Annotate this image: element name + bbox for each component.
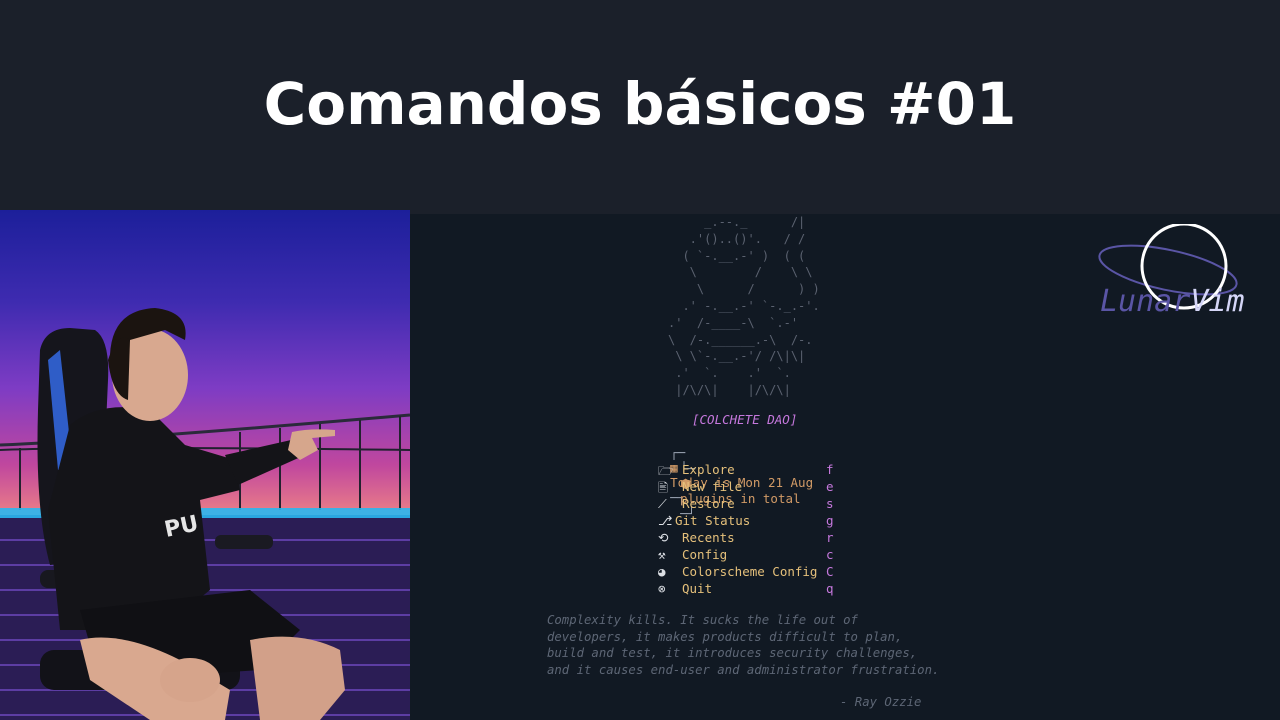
menu-shortcut: g — [826, 513, 834, 528]
presenter-illustration: PU — [0, 308, 410, 720]
power-icon: ⊗ — [658, 581, 666, 596]
menu-label: Restore — [682, 496, 735, 511]
menu-item-quit[interactable]: ⊗ Quit q — [658, 581, 838, 598]
history-icon: ⟲ — [658, 530, 669, 545]
menu-item-recents[interactable]: ⟲ Recents r — [658, 530, 838, 547]
logo-text-lunar: Lunar — [1100, 284, 1191, 319]
dashboard-quote: Complexity kills. It sucks the life out … — [547, 613, 940, 677]
menu-shortcut: s — [826, 496, 834, 511]
menu-shortcut: e — [826, 479, 834, 494]
quote-author: - Ray Ozzie — [840, 695, 922, 709]
menu-label: Config — [682, 547, 728, 562]
menu-item-explore[interactable]: 🗁 Explore f — [658, 462, 838, 479]
menu-label: Git Status — [675, 513, 751, 528]
menu-shortcut: c — [826, 547, 834, 562]
menu-label: New file — [682, 479, 743, 494]
presenter-photo: PU — [0, 210, 410, 720]
video-title: Comandos básicos #01 — [263, 70, 1017, 138]
menu-label: Quit — [682, 581, 713, 596]
menu-shortcut: f — [826, 462, 834, 477]
menu-item-git-status[interactable]: ⎇ Git Status g — [658, 513, 838, 530]
menu-item-new-file[interactable]: 🖹 New file e — [658, 479, 838, 496]
menu-item-restore[interactable]: ⟋ Restore s — [658, 496, 838, 513]
dashboard-heading: [COLCHETE DAO] — [692, 412, 798, 427]
menu-label: Recents — [682, 530, 735, 545]
menu-label: Explore — [682, 462, 735, 477]
lunarvim-logo-text: LunarVim — [1100, 284, 1245, 319]
menu-label: Colorscheme Config — [682, 564, 818, 579]
menu-item-colorscheme-config[interactable]: ◕ Colorscheme Config C — [658, 564, 838, 581]
git-branch-icon: ⎇ — [658, 513, 673, 528]
palette-icon: ◕ — [658, 564, 666, 579]
restore-icon: ⟋ — [658, 496, 667, 511]
menu-shortcut: C — [826, 564, 834, 579]
menu-item-config[interactable]: ⚒ Config c — [658, 547, 838, 564]
menu-shortcut: q — [826, 581, 834, 596]
settings-icon: ⚒ — [658, 547, 666, 562]
ascii-art: _.--._ /| .'()..()'. / / ( `-.__.-' ) ( … — [668, 215, 820, 397]
logo-text-vim: Vim — [1190, 284, 1245, 319]
menu-shortcut: r — [826, 530, 834, 545]
